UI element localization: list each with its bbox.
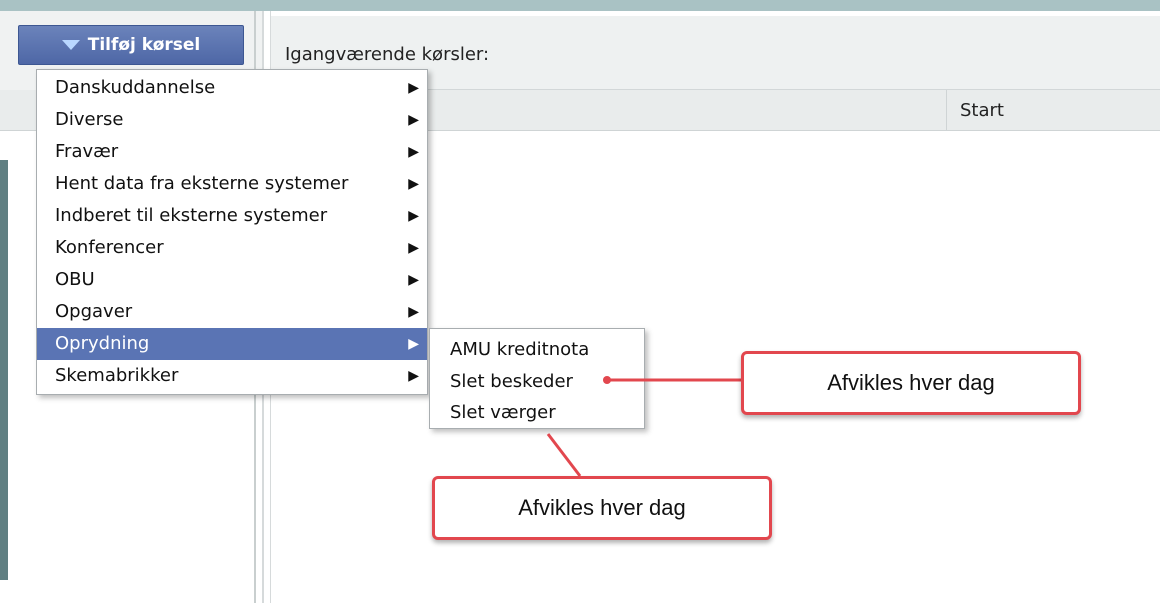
menu-item-label: Danskuddannelse [55,77,216,98]
callout-pointer-line [546,433,582,477]
submenu-arrow-icon: ▶ [408,80,419,96]
menu-item-oprydning[interactable]: Oprydning ▶ [37,328,427,360]
oprydning-submenu: AMU kreditnota Slet beskeder Slet værger [429,328,645,429]
left-frame-edge [0,160,8,580]
add-job-button-label: Tilføj kørsel [87,35,201,55]
menu-item-danskuddannelse[interactable]: Danskuddannelse ▶ [37,72,427,104]
menu-item-label: Konferencer [55,237,164,258]
menu-item-opgaver[interactable]: Opgaver ▶ [37,296,427,328]
submenu-item-slet-beskeder[interactable]: Slet beskeder [430,366,644,398]
add-job-button[interactable]: Tilføj kørsel [18,25,244,65]
submenu-item-slet-vaerger[interactable]: Slet værger [430,397,644,429]
menu-item-label: OBU [55,269,95,290]
menu-item-diverse[interactable]: Diverse ▶ [37,104,427,136]
menu-item-fravaer[interactable]: Fravær ▶ [37,136,427,168]
window-top-band [0,0,1160,11]
annotation-callout: Afvikles hver dag [432,476,772,540]
column-separator[interactable] [946,90,947,131]
annotation-callout: Afvikles hver dag [741,351,1081,415]
menu-item-obu[interactable]: OBU ▶ [37,264,427,296]
running-jobs-title: Igangværende kørsler: [285,44,490,65]
submenu-arrow-icon: ▶ [408,176,419,192]
submenu-arrow-icon: ▶ [408,304,419,320]
triangle-down-icon [61,40,80,50]
submenu-arrow-icon: ▶ [408,208,419,224]
menu-item-label: Opgaver [55,301,133,322]
submenu-arrow-icon: ▶ [408,272,419,288]
add-job-menu: Danskuddannelse ▶ Diverse ▶ Fravær ▶ Hen… [36,69,428,395]
submenu-arrow-icon: ▶ [408,336,419,352]
menu-item-label: Oprydning [55,333,150,354]
column-header-start[interactable]: Start [960,100,1004,121]
submenu-item-amu-kreditnota[interactable]: AMU kreditnota [430,334,644,366]
menu-item-konferencer[interactable]: Konferencer ▶ [37,232,427,264]
menu-item-label: Indberet til eksterne systemer [55,205,328,226]
menu-item-label: Fravær [55,141,119,162]
submenu-arrow-icon: ▶ [408,240,419,256]
menu-item-skemabrikker[interactable]: Skemabrikker ▶ [37,360,427,392]
menu-item-indberet[interactable]: Indberet til eksterne systemer ▶ [37,200,427,232]
menu-item-label: Hent data fra eksterne systemer [55,173,349,194]
menu-item-label: Diverse [55,109,124,130]
submenu-arrow-icon: ▶ [408,144,419,160]
submenu-arrow-icon: ▶ [408,112,419,128]
submenu-arrow-icon: ▶ [408,368,419,384]
menu-item-label: Skemabrikker [55,365,179,386]
menu-item-hent-data[interactable]: Hent data fra eksterne systemer ▶ [37,168,427,200]
